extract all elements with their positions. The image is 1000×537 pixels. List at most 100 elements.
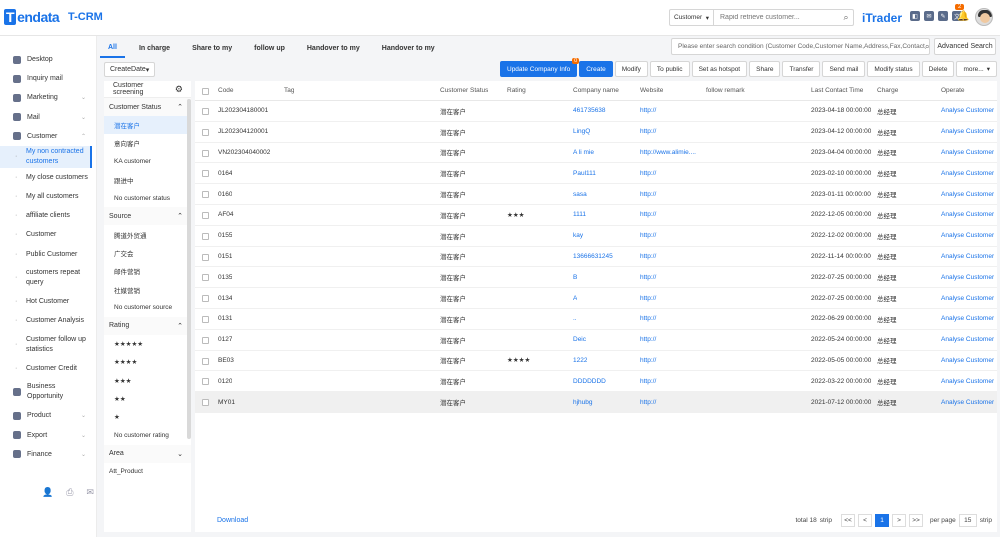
cell-website[interactable]: http:// bbox=[640, 184, 700, 204]
filter-option[interactable]: No customer rating bbox=[104, 426, 191, 444]
prev-page-button[interactable]: < bbox=[858, 514, 873, 527]
analyse-customer-link[interactable]: Analyse Customer bbox=[941, 288, 994, 308]
cell-website[interactable]: http:// bbox=[640, 330, 700, 350]
filter-option[interactable]: No customer source bbox=[104, 299, 191, 317]
advanced-search-button[interactable]: Advanced Search bbox=[934, 38, 996, 55]
sidebar-item-export[interactable]: Export ⌄ bbox=[0, 426, 96, 445]
cell-company[interactable]: A bbox=[573, 288, 577, 308]
avatar[interactable] bbox=[975, 8, 993, 26]
filter-option[interactable]: ★ bbox=[104, 408, 191, 426]
table-row[interactable]: VN202304040002 潜在客户 A li mie http://www.ali… bbox=[195, 143, 997, 164]
table-row[interactable]: 0135 潜在客户 Bhttp:// 2022-07-25 00:00:00 总经理 An… bbox=[195, 267, 997, 289]
tab-handover-to-my[interactable]: Handover to my bbox=[299, 38, 368, 58]
sidebar-sub-hot-customer[interactable]: Hot Customer bbox=[0, 292, 96, 311]
condition-search-input[interactable]: Please enter search condition (Customer … bbox=[671, 38, 930, 55]
analyse-customer-link[interactable]: Analyse Customer bbox=[941, 143, 994, 163]
next-page-button[interactable]: > bbox=[892, 514, 907, 527]
analyse-customer-link[interactable]: Analyse Customer bbox=[941, 392, 994, 412]
table-row[interactable]: 0127 潜在客户 Deic http:// 2022-05-24 00:00:00 总经… bbox=[195, 330, 997, 351]
analyse-customer-link[interactable]: Analyse Customer bbox=[941, 122, 994, 142]
header-status[interactable]: Customer Status bbox=[440, 81, 488, 100]
select-all-checkbox[interactable] bbox=[202, 88, 209, 95]
analyse-customer-link[interactable]: Analyse Customer bbox=[941, 330, 994, 350]
cell-website[interactable]: http:// bbox=[640, 351, 700, 371]
cell-website[interactable]: http:// bbox=[640, 309, 700, 329]
sidebar-item-inquiry-mail[interactable]: Inquiry mail bbox=[0, 69, 96, 88]
tendata-logo[interactable]: Tendata bbox=[4, 9, 60, 25]
filter-option[interactable]: Att_Product bbox=[104, 463, 191, 481]
global-search-input[interactable] bbox=[714, 14, 839, 21]
cell-company[interactable]: .. bbox=[573, 309, 577, 329]
header-company[interactable]: Company name bbox=[573, 81, 619, 100]
row-checkbox[interactable] bbox=[202, 378, 209, 386]
cell-company[interactable]: hjhubg bbox=[573, 392, 593, 412]
cell-company[interactable]: sasa bbox=[573, 184, 587, 204]
row-checkbox[interactable] bbox=[202, 211, 209, 219]
row-checkbox[interactable] bbox=[202, 295, 209, 303]
header-code[interactable]: Code bbox=[218, 81, 234, 100]
filter-section-status[interactable]: Customer Status ⌃ bbox=[104, 98, 191, 116]
analyse-customer-link[interactable]: Analyse Customer bbox=[941, 205, 994, 225]
filter-scrollbar[interactable] bbox=[187, 99, 191, 439]
first-page-button[interactable]: << bbox=[841, 514, 856, 527]
cell-company[interactable]: DDDDDDD bbox=[573, 371, 606, 391]
row-checkbox[interactable] bbox=[202, 336, 209, 344]
analyse-customer-link[interactable]: Analyse Customer bbox=[941, 184, 994, 204]
download-link[interactable]: Download bbox=[217, 517, 248, 524]
cell-company[interactable]: 1222 bbox=[573, 351, 587, 371]
filter-option[interactable]: 腾道外贸通 bbox=[104, 225, 191, 243]
to-public-button[interactable]: To public bbox=[649, 61, 690, 77]
row-checkbox[interactable] bbox=[202, 128, 209, 136]
table-row[interactable]: AF04 潜在客户 ★★★ 1111 http:// 2022-12-05 00:00:0… bbox=[195, 205, 997, 226]
cell-company[interactable]: LingQ bbox=[573, 122, 590, 142]
send-mail-button[interactable]: Send mail bbox=[822, 61, 866, 77]
print-icon[interactable]: ⎙ bbox=[66, 487, 73, 498]
modify-button[interactable]: Modify bbox=[614, 61, 648, 77]
bell-icon[interactable]: 🔔 bbox=[957, 11, 969, 22]
sidebar-item-business-opportunity[interactable]: Business Opportunity bbox=[0, 378, 96, 406]
page-1-button[interactable]: 1 bbox=[875, 514, 890, 527]
row-checkbox[interactable] bbox=[202, 274, 209, 282]
share-button[interactable]: Share bbox=[749, 61, 781, 77]
row-checkbox[interactable] bbox=[202, 108, 209, 115]
sidebar-item-product[interactable]: Product ⌄ bbox=[0, 406, 96, 425]
search-icon[interactable]: ⌕ bbox=[925, 41, 929, 52]
modify-status-button[interactable]: Modify status bbox=[867, 61, 920, 77]
cell-company[interactable]: B bbox=[573, 267, 577, 287]
filter-section-source[interactable]: Source ⌃ bbox=[104, 207, 191, 226]
analyse-customer-link[interactable]: Analyse Customer bbox=[941, 226, 994, 246]
cell-company[interactable]: kay bbox=[573, 226, 583, 246]
analyse-customer-link[interactable]: Analyse Customer bbox=[941, 163, 994, 183]
table-row[interactable]: JL202304180001 潜在客户 461735638 http:// 2023-0… bbox=[195, 101, 997, 122]
header-last-contact[interactable]: Last Contact Time bbox=[811, 81, 863, 100]
row-checkbox[interactable] bbox=[202, 191, 209, 199]
sidebar-item-marketing[interactable]: Marketing ⌄ bbox=[0, 88, 96, 107]
set-hotspot-button[interactable]: Set as hotspot bbox=[691, 61, 748, 77]
sidebar-item-desktop[interactable]: Desktop bbox=[0, 50, 96, 69]
analyse-customer-link[interactable]: Analyse Customer bbox=[941, 101, 994, 121]
cell-website[interactable]: http:// bbox=[640, 247, 700, 267]
sidebar-sub-public-customer[interactable]: Public Customer bbox=[0, 245, 96, 264]
cell-company[interactable]: Paul111 bbox=[573, 163, 596, 183]
header-rating[interactable]: Rating bbox=[507, 81, 526, 100]
filter-option[interactable]: 潜在客户 bbox=[104, 116, 191, 135]
table-row[interactable]: 0131 潜在客户.. http:// 2022-06-29 00:00:00 总经理 A… bbox=[195, 309, 997, 330]
message-icon[interactable]: ✉ bbox=[86, 487, 94, 498]
gear-icon[interactable]: ⚙ bbox=[175, 84, 183, 95]
cell-website[interactable]: http:// bbox=[640, 288, 700, 308]
cell-website[interactable]: http:// bbox=[640, 205, 700, 225]
tab-share-to-my[interactable]: Share to my bbox=[184, 38, 240, 58]
search-type-select[interactable]: Customer ▾ bbox=[670, 10, 714, 25]
sidebar-sub-non-contracted[interactable]: My non contracted customers bbox=[0, 145, 92, 168]
filter-option[interactable]: 跟进中 bbox=[104, 171, 191, 189]
header-website[interactable]: Website bbox=[640, 81, 663, 100]
header-tag[interactable]: Tag bbox=[284, 81, 294, 100]
sidebar-sub-customer[interactable]: Customer bbox=[0, 226, 96, 245]
analyse-customer-link[interactable]: Analyse Customer bbox=[941, 247, 994, 267]
sidebar-item-mail[interactable]: Mail ⌄ bbox=[0, 108, 96, 127]
sidebar-sub-close-customers[interactable]: My close customers bbox=[0, 168, 96, 187]
row-checkbox[interactable] bbox=[202, 357, 209, 365]
sidebar-sub-all-customers[interactable]: My all customers bbox=[0, 187, 96, 206]
sidebar-sub-follow-up-statistics[interactable]: Customer follow up statistics bbox=[0, 331, 96, 359]
cell-website[interactable]: http:// bbox=[640, 392, 700, 412]
